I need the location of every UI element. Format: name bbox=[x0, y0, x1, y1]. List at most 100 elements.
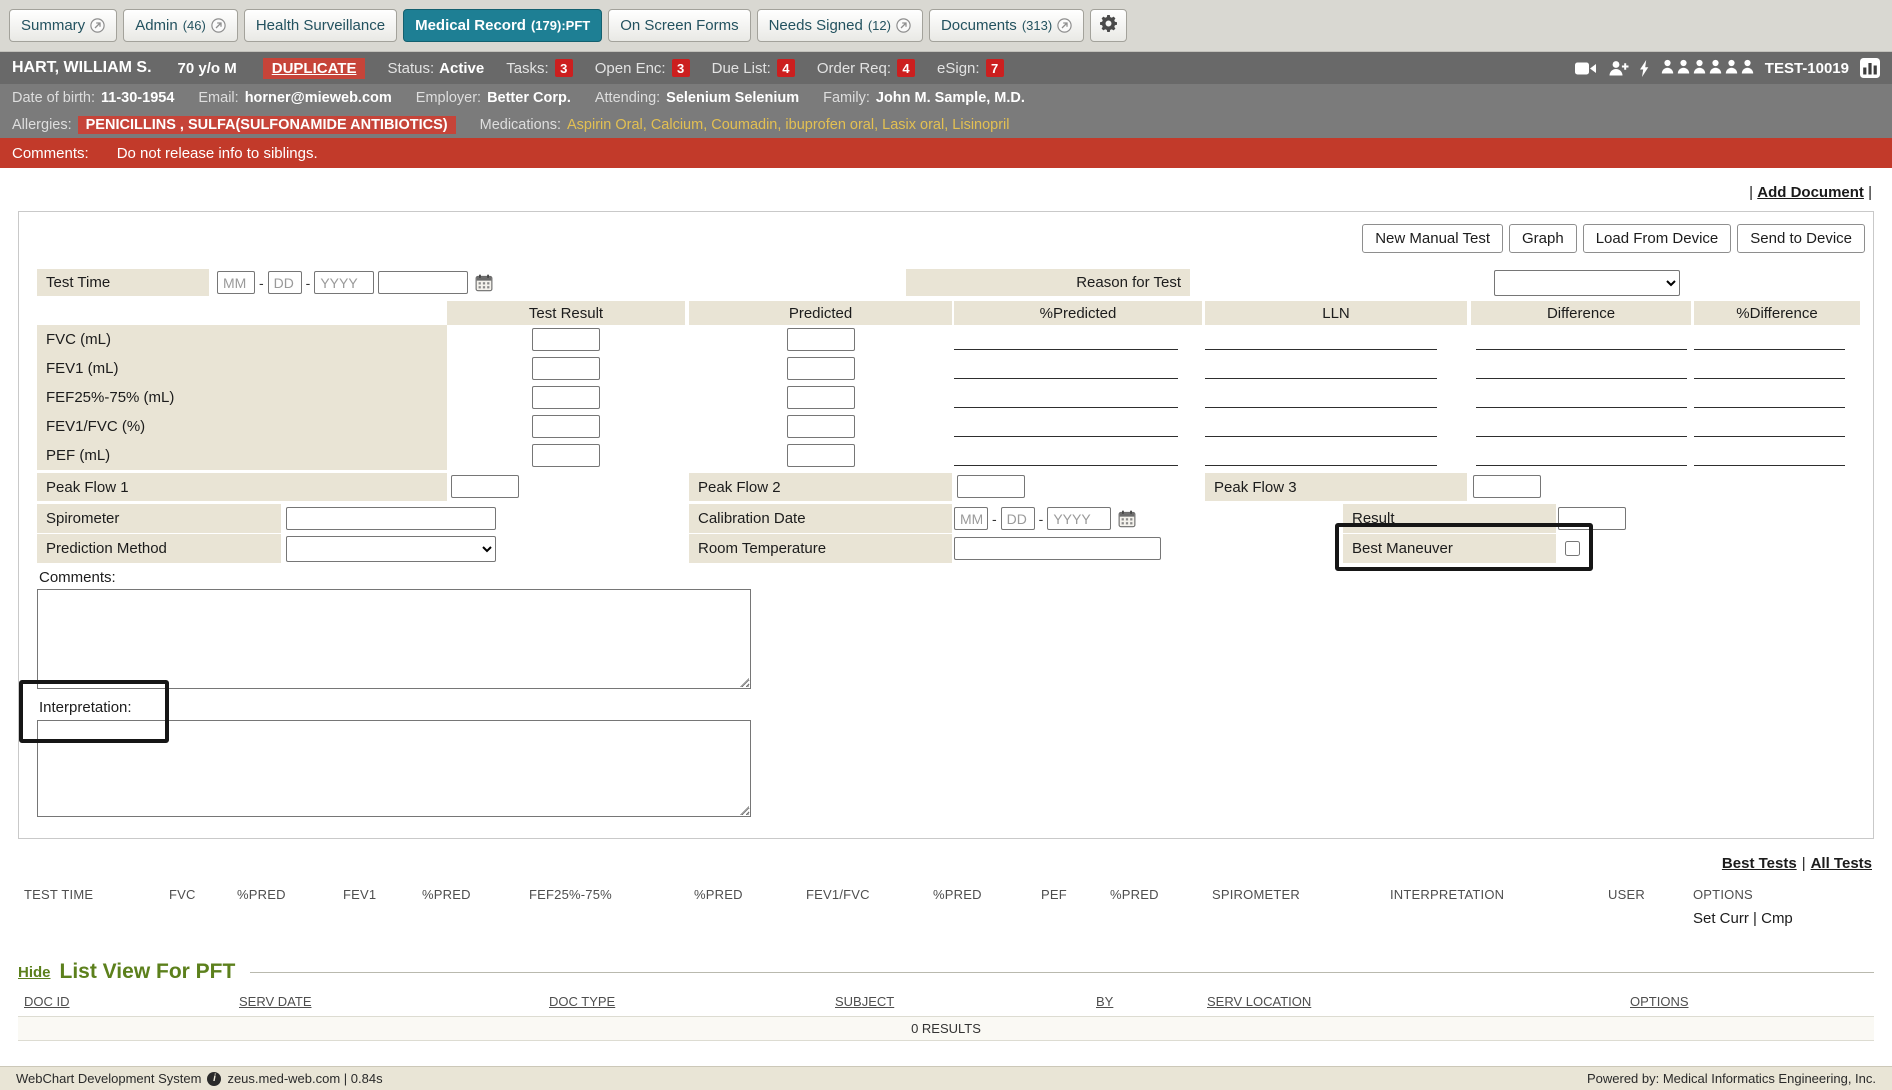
tab-label: Documents bbox=[941, 17, 1017, 34]
separator: , bbox=[777, 117, 785, 133]
attending-label: Attending: bbox=[595, 90, 660, 106]
best-tests-link[interactable]: Best Tests bbox=[1722, 855, 1797, 872]
test-time-input[interactable] bbox=[378, 271, 468, 294]
patient-id: TEST-10019 bbox=[1765, 60, 1849, 77]
column-doc-type[interactable]: DOC TYPE bbox=[549, 994, 615, 1009]
cmp-link[interactable]: Cmp bbox=[1761, 910, 1793, 927]
room-temperature-label: Room Temperature bbox=[689, 534, 952, 563]
column-serv-location[interactable]: SERV LOCATION bbox=[1207, 994, 1311, 1009]
tab-health-surveillance[interactable]: Health Surveillance bbox=[244, 9, 397, 42]
column-header-lln: LLN bbox=[1205, 301, 1467, 325]
lightning-icon[interactable] bbox=[1640, 60, 1650, 77]
add-person-icon[interactable] bbox=[1608, 60, 1629, 76]
results-header-row: TEST TIME FVC %PRED FEV1 %PRED FEF25%-75… bbox=[18, 882, 1874, 908]
tab-count: (313) bbox=[1022, 18, 1052, 33]
calendar-icon[interactable] bbox=[1118, 510, 1136, 528]
fev1-fvc-predicted-input[interactable] bbox=[787, 415, 855, 438]
order-req-count-badge[interactable]: 4 bbox=[897, 59, 915, 77]
open-enc-count-badge[interactable]: 3 bbox=[672, 59, 690, 77]
tasks-count-badge[interactable]: 3 bbox=[555, 59, 573, 77]
all-tests-link[interactable]: All Tests bbox=[1811, 855, 1872, 872]
hide-link[interactable]: Hide bbox=[18, 964, 51, 981]
fev1-test-result-input[interactable] bbox=[532, 357, 600, 380]
best-maneuver-checkbox[interactable] bbox=[1565, 541, 1580, 556]
comments-textarea[interactable] bbox=[37, 589, 751, 689]
medication-link[interactable]: ibuprofen oral bbox=[785, 117, 874, 133]
set-curr-link[interactable]: Set Curr bbox=[1693, 910, 1749, 927]
form-comments-label: Comments: bbox=[39, 569, 116, 586]
tab-summary[interactable]: Summary bbox=[9, 9, 117, 42]
tab-admin[interactable]: Admin (46) bbox=[123, 9, 238, 42]
medication-link[interactable]: Aspirin Oral bbox=[567, 117, 643, 133]
dob-label: Date of birth: bbox=[12, 90, 95, 106]
room-temperature-input[interactable] bbox=[954, 537, 1161, 560]
calendar-icon[interactable] bbox=[475, 274, 493, 292]
popout-icon[interactable] bbox=[211, 18, 226, 33]
fvc-test-result-input[interactable] bbox=[532, 328, 600, 351]
comments-bar: Comments: Do not release info to sibling… bbox=[0, 138, 1892, 168]
column-test-time: TEST TIME bbox=[24, 887, 93, 902]
tab-medical-record[interactable]: Medical Record (179):PFT bbox=[403, 9, 602, 42]
column-subject[interactable]: SUBJECT bbox=[835, 994, 894, 1009]
esign-count-badge[interactable]: 7 bbox=[986, 59, 1004, 77]
tab-on-screen-forms[interactable]: On Screen Forms bbox=[608, 9, 750, 42]
pef-lln-value bbox=[1205, 465, 1437, 466]
interpretation-textarea[interactable] bbox=[37, 720, 751, 817]
info-icon[interactable]: i bbox=[207, 1072, 221, 1086]
new-manual-test-button[interactable]: New Manual Test bbox=[1362, 224, 1503, 253]
popout-icon[interactable] bbox=[896, 18, 911, 33]
peak-flow-1-input[interactable] bbox=[451, 475, 519, 498]
calibration-month-input[interactable] bbox=[954, 507, 988, 530]
allergy-alert[interactable]: PENICILLINS , SULFA(SULFONAMIDE ANTIBIOT… bbox=[78, 116, 456, 134]
popout-icon[interactable] bbox=[1057, 18, 1072, 33]
reason-for-test-select[interactable] bbox=[1494, 270, 1680, 296]
peak-flow-2-input[interactable] bbox=[957, 475, 1025, 498]
video-camera-icon[interactable] bbox=[1575, 61, 1597, 76]
spirometer-input[interactable] bbox=[286, 507, 496, 530]
demographics-bar: Date of birth: 11-30-1954 Email: horner@… bbox=[0, 84, 1892, 111]
fef25-75-predicted-input[interactable] bbox=[787, 386, 855, 409]
test-date-month-input[interactable] bbox=[217, 271, 255, 294]
tab-documents[interactable]: Documents (313) bbox=[929, 9, 1084, 42]
send-to-device-button[interactable]: Send to Device bbox=[1737, 224, 1865, 253]
calibration-day-input[interactable] bbox=[1001, 507, 1035, 530]
peak-flow-3-label: Peak Flow 3 bbox=[1205, 473, 1467, 501]
fev1-fvc-lln-value bbox=[1205, 436, 1437, 437]
settings-gear-button[interactable] bbox=[1090, 9, 1127, 42]
tasks-label: Tasks: bbox=[506, 60, 549, 77]
chart-icon[interactable] bbox=[1860, 58, 1880, 78]
pef-test-result-input[interactable] bbox=[532, 444, 600, 467]
column-doc-id[interactable]: DOC ID bbox=[24, 994, 70, 1009]
calibration-year-input[interactable] bbox=[1047, 507, 1111, 530]
tab-needs-signed[interactable]: Needs Signed (12) bbox=[757, 9, 923, 42]
fef25-75-test-result-input[interactable] bbox=[532, 386, 600, 409]
status-value: Active bbox=[439, 60, 484, 77]
column-fev1-fvc: FEV1/FVC bbox=[806, 887, 870, 902]
peak-flow-3-input[interactable] bbox=[1473, 475, 1541, 498]
due-list-count-badge[interactable]: 4 bbox=[777, 59, 795, 77]
graph-button[interactable]: Graph bbox=[1509, 224, 1577, 253]
medication-link[interactable]: Lasix oral bbox=[882, 117, 944, 133]
test-date-day-input[interactable] bbox=[268, 271, 302, 294]
result-input[interactable] bbox=[1558, 507, 1626, 530]
medication-link[interactable]: Lisinopril bbox=[952, 117, 1009, 133]
fvc-predicted-input[interactable] bbox=[787, 328, 855, 351]
popout-icon[interactable] bbox=[90, 18, 105, 33]
column-by[interactable]: BY bbox=[1096, 994, 1113, 1009]
results-actions-row: Set Curr | Cmp bbox=[18, 908, 1874, 934]
person-icon bbox=[1709, 59, 1722, 78]
column-options[interactable]: OPTIONS bbox=[1630, 994, 1689, 1009]
load-from-device-button[interactable]: Load From Device bbox=[1583, 224, 1732, 253]
medication-link[interactable]: Calcium bbox=[651, 117, 703, 133]
prediction-method-select[interactable] bbox=[286, 536, 496, 562]
fev1-predicted-input[interactable] bbox=[787, 357, 855, 380]
fev1-fvc-test-result-input[interactable] bbox=[532, 415, 600, 438]
add-document-link[interactable]: Add Document bbox=[1757, 184, 1864, 201]
employer-label: Employer: bbox=[416, 90, 481, 106]
separator: , bbox=[643, 117, 651, 133]
column-serv-date[interactable]: SERV DATE bbox=[239, 994, 311, 1009]
duplicate-badge[interactable]: DUPLICATE bbox=[263, 58, 366, 79]
pef-predicted-input[interactable] bbox=[787, 444, 855, 467]
test-date-year-input[interactable] bbox=[314, 271, 374, 294]
medication-link[interactable]: Coumadin bbox=[711, 117, 777, 133]
